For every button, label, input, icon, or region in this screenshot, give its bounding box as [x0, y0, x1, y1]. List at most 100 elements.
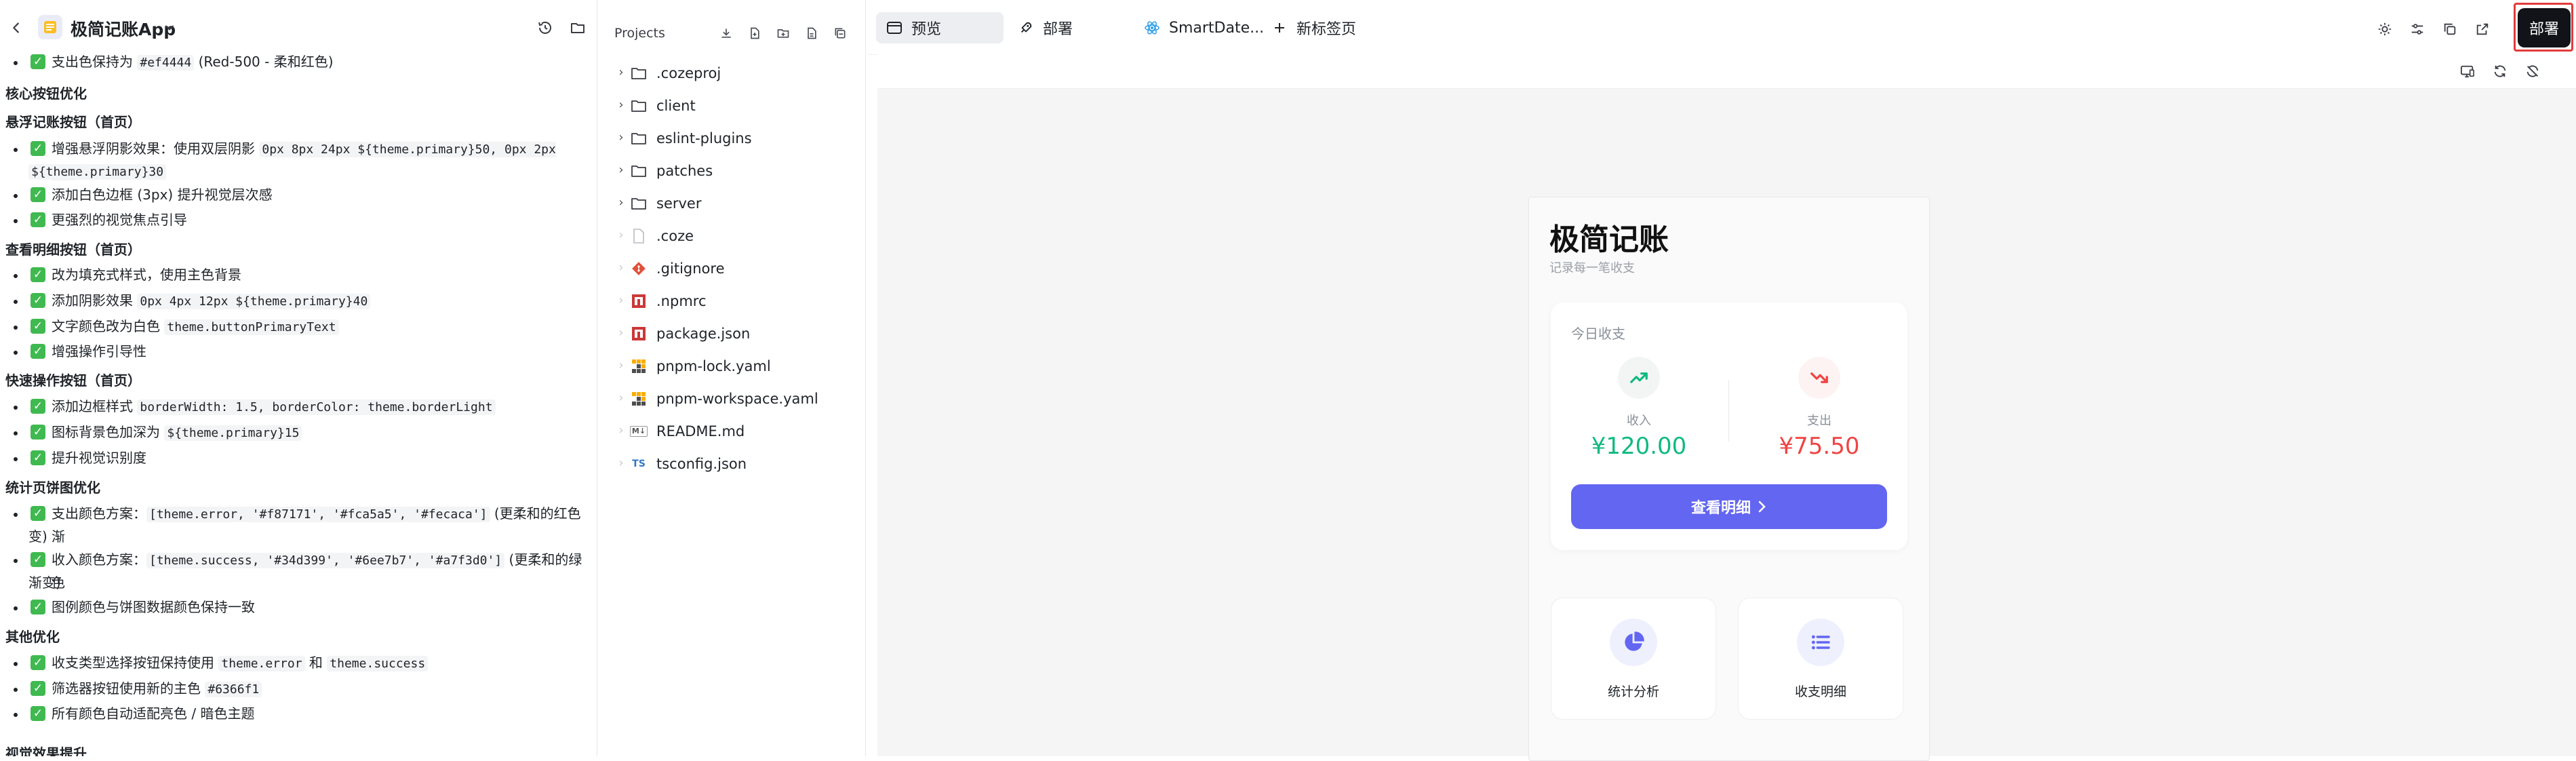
chevron-right-icon: ›	[618, 227, 624, 242]
file-explorer: Projects › .cozeproj › client › eslint-p…	[602, 0, 866, 756]
list-item: ✓ 图标背景色加深为 ${theme.primary}15	[14, 421, 583, 444]
list-item: ✓ 添加白色边框 (3px) 提升视觉层次感	[14, 184, 583, 206]
pnpm-icon	[631, 391, 647, 407]
plus-icon	[1271, 19, 1288, 37]
tree-folder-cozeproj[interactable]: › .cozeproj	[602, 58, 865, 88]
settings-sliders-icon[interactable]	[2407, 19, 2428, 39]
react-icon	[1143, 19, 1161, 37]
list-item: ✓ 添加边框样式 borderWidth: 1.5, borderColor: …	[14, 395, 583, 418]
rocket-icon	[1017, 19, 1035, 37]
tree-file-readme[interactable]: › M↓ README.md	[602, 416, 865, 446]
new-folder-icon[interactable]	[773, 23, 793, 43]
folder-icon[interactable]	[564, 14, 591, 41]
chevron-right-icon: ›	[618, 423, 624, 437]
app-title: 极简记账	[1549, 222, 1669, 257]
chevron-right-icon[interactable]: ›	[614, 130, 628, 144]
check-icon: ✓	[31, 319, 45, 334]
preview-area: 极简记账 记录每一笔收支 今日收支 收入 ¥120.00 支出 ¥75.50 查…	[877, 54, 2576, 761]
tree-file-gitignore[interactable]: › .gitignore	[602, 254, 865, 284]
collapse-all-icon[interactable]	[830, 23, 850, 43]
expense-stat: 支出 ¥75.50	[1745, 357, 1894, 460]
today-label: 今日收支	[1571, 326, 1625, 342]
tree-folder-eslint-plugins[interactable]: › eslint-plugins	[602, 123, 865, 153]
tree-folder-patches[interactable]: › patches	[602, 156, 865, 186]
file-icon	[631, 228, 647, 244]
markdown-icon: M↓	[629, 423, 648, 440]
check-icon: ✓	[31, 187, 45, 202]
list-item: ✓ 文字颜色改为白色 theme.buttonPrimaryText	[14, 315, 583, 338]
transactions-card[interactable]: 收支明细	[1738, 598, 1903, 720]
hard-refresh-icon[interactable]	[2522, 61, 2543, 81]
chevron-right-icon[interactable]: ›	[614, 65, 628, 79]
browser-icon	[886, 19, 903, 37]
section-heading: 核心按钮优化	[5, 85, 87, 102]
trending-up-icon	[1618, 357, 1660, 399]
copy-icon[interactable]	[2440, 19, 2460, 39]
new-tab-button[interactable]: 新标签页	[1261, 12, 1356, 43]
folder-icon	[631, 98, 647, 114]
preview-toolbar	[877, 54, 2576, 89]
new-file-icon[interactable]	[745, 23, 765, 43]
expense-value: ¥75.50	[1779, 433, 1860, 460]
list-item: ✓ 所有颜色自动适配亮色 / 暗色主题	[14, 703, 583, 725]
check-icon: ✓	[31, 506, 45, 521]
back-icon[interactable]	[3, 14, 30, 41]
section-heading: 悬浮记账按钮（首页）	[5, 114, 141, 130]
list-item: ✓ 更强烈的视觉焦点引导	[14, 209, 583, 231]
chevron-right-icon	[1758, 501, 1766, 513]
tree-file-pnpm-workspace[interactable]: › pnpm-workspace.yaml	[602, 384, 865, 414]
app-logo	[38, 15, 62, 39]
chevron-right-icon: ›	[618, 292, 624, 307]
check-icon: ✓	[31, 552, 45, 567]
check-icon: ✓	[31, 212, 45, 227]
list-item: ✓ 筛选器按钮使用新的主色 #6366f1	[14, 678, 583, 701]
chevron-right-icon[interactable]: ›	[614, 163, 628, 177]
deploy-button[interactable]: 部署	[2518, 8, 2571, 47]
stats-analysis-card[interactable]: 统计分析	[1551, 598, 1716, 720]
chat-header: 极简记账App	[0, 0, 597, 56]
view-details-button[interactable]: 查看明细	[1571, 484, 1887, 529]
list-item: ✓ 增强操作引导性	[14, 340, 583, 363]
refresh-icon[interactable]	[2490, 61, 2510, 81]
check-icon: ✓	[31, 655, 45, 670]
folder-icon	[631, 195, 647, 212]
chevron-right-icon[interactable]: ›	[614, 195, 628, 210]
tree-file-npmrc[interactable]: › .npmrc	[602, 286, 865, 316]
chevron-right-icon: ›	[618, 260, 624, 275]
explorer-title: Projects	[614, 26, 665, 41]
theme-toggle-icon[interactable]	[2375, 19, 2395, 39]
list-item: ✓ 收支类型选择按钮保持使用 theme.error 和 theme.succe…	[14, 652, 583, 675]
typescript-icon: TS	[632, 458, 646, 469]
top-bar: 预览 部署 SmartDate... 新标签页 部署	[868, 0, 2576, 55]
tab-preview[interactable]: 预览	[876, 12, 1004, 43]
check-icon: ✓	[31, 600, 45, 614]
upload-file-icon[interactable]	[801, 23, 822, 43]
check-icon: ✓	[31, 399, 45, 414]
tab-deploy[interactable]: 部署	[1008, 12, 1073, 43]
git-icon	[631, 260, 647, 277]
history-icon[interactable]	[532, 14, 559, 41]
tab-smartdate[interactable]: SmartDate...	[1134, 12, 1264, 43]
section-heading: 快速操作按钮（首页）	[5, 372, 141, 389]
check-icon: ✓	[31, 425, 45, 440]
tree-folder-server[interactable]: › server	[602, 189, 865, 218]
list-item: ✓ 支出色保持为 #ef4444 (Red-500 - 柔和红色)	[14, 51, 583, 74]
tree-file-package-json[interactable]: › package.json	[602, 319, 865, 349]
folder-icon	[631, 65, 647, 81]
tree-file-pnpm-lock[interactable]: › pnpm-lock.yaml	[602, 351, 865, 381]
app-preview: 极简记账 记录每一笔收支 今日收支 收入 ¥120.00 支出 ¥75.50 查…	[1528, 197, 1930, 761]
chevron-right-icon: ›	[618, 390, 624, 405]
tree-file-tsconfig[interactable]: › TS tsconfig.json	[602, 449, 865, 479]
list-icon	[1797, 619, 1844, 666]
external-link-icon[interactable]	[2472, 19, 2493, 39]
chevron-right-icon[interactable]: ›	[614, 98, 628, 112]
check-icon: ✓	[31, 141, 45, 156]
check-icon: ✓	[31, 706, 45, 721]
chevron-down-icon[interactable]	[156, 14, 183, 41]
list-item: ✓ 图例颜色与饼图数据颜色保持一致	[14, 596, 583, 619]
device-icon[interactable]	[2457, 61, 2478, 81]
check-icon: ✓	[31, 54, 45, 69]
download-icon[interactable]	[716, 23, 736, 43]
tree-file-coze[interactable]: › .coze	[602, 221, 865, 251]
tree-folder-client[interactable]: › client	[602, 91, 865, 121]
